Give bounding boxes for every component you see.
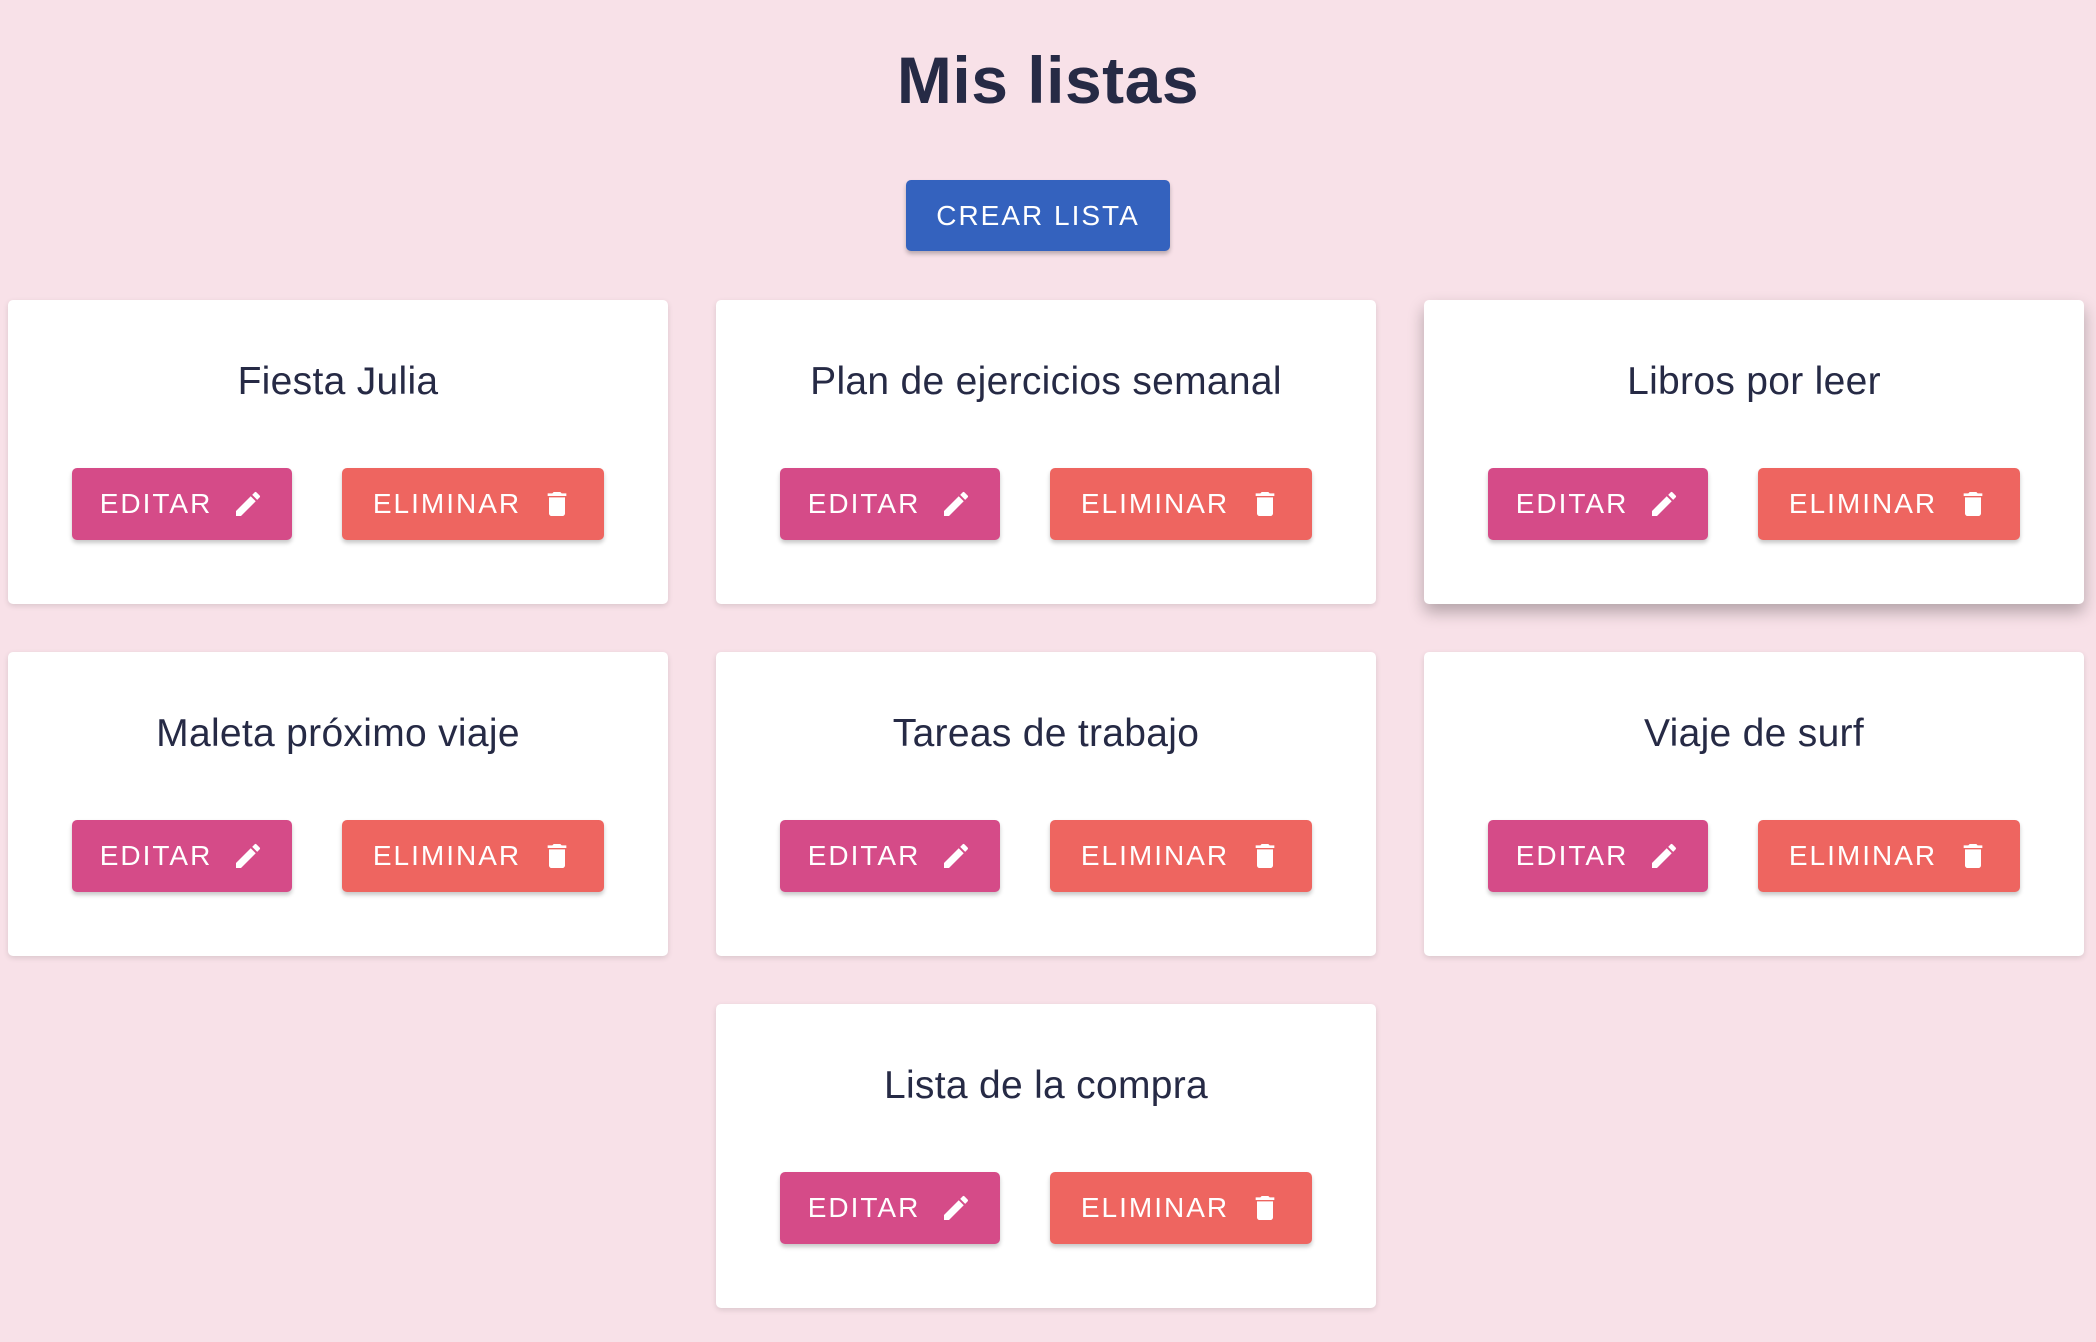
list-title: Tareas de trabajo bbox=[892, 712, 1200, 755]
edit-button[interactable]: EDITAR bbox=[1488, 468, 1708, 540]
pencil-icon bbox=[940, 1192, 972, 1224]
list-title: Maleta próximo viaje bbox=[156, 712, 520, 755]
list-card: Viaje de surf EDITAR ELIMINAR bbox=[1424, 652, 2084, 956]
edit-button-label: EDITAR bbox=[807, 1192, 921, 1223]
delete-button-label: ELIMINAR bbox=[372, 488, 522, 519]
trash-icon bbox=[541, 840, 573, 872]
pencil-icon bbox=[1648, 488, 1680, 520]
list-title: Plan de ejercicios semanal bbox=[810, 360, 1282, 403]
delete-button[interactable]: ELIMINAR bbox=[342, 820, 604, 892]
delete-button[interactable]: ELIMINAR bbox=[342, 468, 604, 540]
delete-button-label: ELIMINAR bbox=[1080, 488, 1230, 519]
delete-button[interactable]: ELIMINAR bbox=[1758, 820, 2020, 892]
trash-icon bbox=[1249, 840, 1281, 872]
list-card: Fiesta Julia EDITAR ELIMINAR bbox=[8, 300, 668, 604]
list-card: Lista de la compra EDITAR ELIMINAR bbox=[716, 1004, 1376, 1308]
delete-button[interactable]: ELIMINAR bbox=[1050, 820, 1312, 892]
edit-button-label: EDITAR bbox=[99, 840, 213, 871]
edit-button[interactable]: EDITAR bbox=[780, 820, 1000, 892]
edit-button-label: EDITAR bbox=[1515, 488, 1629, 519]
trash-icon bbox=[1957, 840, 1989, 872]
list-title: Lista de la compra bbox=[883, 1064, 1209, 1107]
pencil-icon bbox=[940, 840, 972, 872]
list-title: Libros por leer bbox=[1627, 360, 1881, 403]
delete-button[interactable]: ELIMINAR bbox=[1050, 1172, 1312, 1244]
list-card: Libros por leer EDITAR ELIMINAR bbox=[1424, 300, 2084, 604]
delete-button-label: ELIMINAR bbox=[1788, 840, 1938, 871]
create-list-button[interactable]: CREAR LISTA bbox=[906, 180, 1170, 251]
edit-button[interactable]: EDITAR bbox=[72, 820, 292, 892]
trash-icon bbox=[1957, 488, 1989, 520]
edit-button[interactable]: EDITAR bbox=[780, 468, 1000, 540]
list-title: Fiesta Julia bbox=[237, 360, 439, 403]
delete-button[interactable]: ELIMINAR bbox=[1050, 468, 1312, 540]
edit-button-label: EDITAR bbox=[807, 840, 921, 871]
edit-button-label: EDITAR bbox=[99, 488, 213, 519]
page-title: Mis listas bbox=[896, 43, 1200, 117]
edit-button[interactable]: EDITAR bbox=[1488, 820, 1708, 892]
list-card: Plan de ejercicios semanal EDITAR ELIMIN… bbox=[716, 300, 1376, 604]
delete-button-label: ELIMINAR bbox=[1788, 488, 1938, 519]
edit-button[interactable]: EDITAR bbox=[780, 1172, 1000, 1244]
edit-button[interactable]: EDITAR bbox=[72, 468, 292, 540]
delete-button-label: ELIMINAR bbox=[1080, 840, 1230, 871]
pencil-icon bbox=[1648, 840, 1680, 872]
delete-button-label: ELIMINAR bbox=[372, 840, 522, 871]
list-card: Maleta próximo viaje EDITAR ELIMINAR bbox=[8, 652, 668, 956]
trash-icon bbox=[1249, 488, 1281, 520]
delete-button-label: ELIMINAR bbox=[1080, 1192, 1230, 1223]
list-card: Tareas de trabajo EDITAR ELIMINAR bbox=[716, 652, 1376, 956]
lists-grid: Fiesta Julia EDITAR ELIMINAR Plan de eje… bbox=[8, 300, 2084, 1308]
trash-icon bbox=[1249, 1192, 1281, 1224]
edit-button-label: EDITAR bbox=[1515, 840, 1629, 871]
edit-button-label: EDITAR bbox=[807, 488, 921, 519]
pencil-icon bbox=[232, 840, 264, 872]
trash-icon bbox=[541, 488, 573, 520]
pencil-icon bbox=[940, 488, 972, 520]
pencil-icon bbox=[232, 488, 264, 520]
delete-button[interactable]: ELIMINAR bbox=[1758, 468, 2020, 540]
list-title: Viaje de surf bbox=[1644, 712, 1864, 755]
